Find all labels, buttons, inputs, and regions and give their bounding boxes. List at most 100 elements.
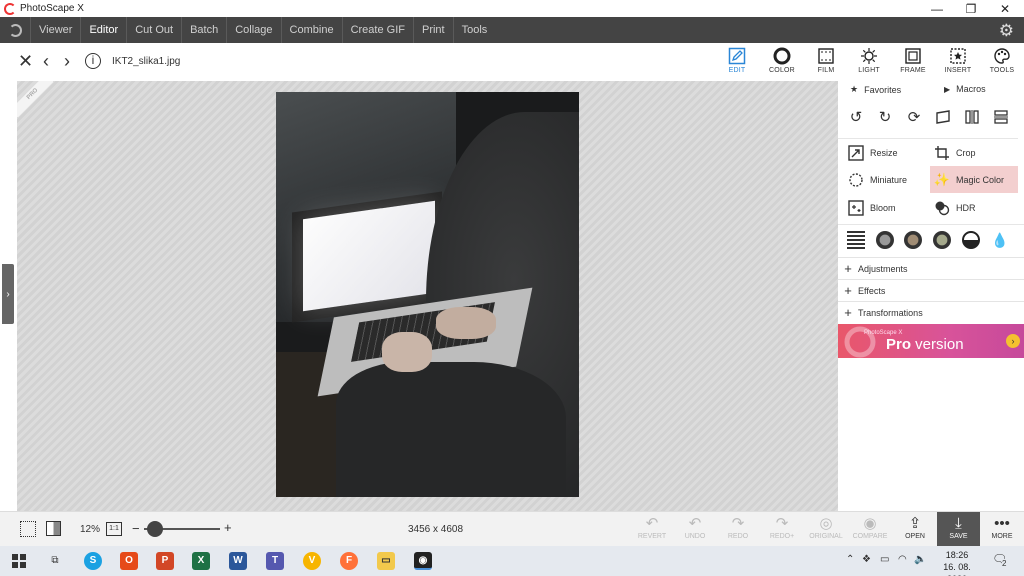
rotate-right-icon[interactable]: ↻ — [875, 107, 895, 127]
dropbox-icon[interactable]: ❖ — [862, 554, 871, 565]
menu-create-gif[interactable]: Create GIF — [341, 17, 413, 43]
task-view-icon[interactable]: ⧉ — [46, 552, 64, 570]
compare-button[interactable]: ◉ COMPARE — [850, 515, 890, 545]
menu-combine[interactable]: Combine — [280, 17, 342, 43]
macros-tab[interactable]: ▶ Macros — [944, 84, 986, 94]
expand-left-panel-icon[interactable]: › — [2, 264, 14, 324]
menu-batch[interactable]: Batch — [181, 17, 226, 43]
resize-icon — [848, 144, 864, 161]
filter-grey-icon[interactable] — [876, 231, 894, 249]
film-icon — [804, 45, 848, 67]
home-icon[interactable] — [0, 17, 30, 43]
menu-cut-out[interactable]: Cut Out — [126, 17, 181, 43]
crop-button[interactable]: Crop — [934, 139, 976, 166]
filter-list-icon[interactable] — [847, 231, 865, 249]
favorites-tab[interactable]: ★ Favorites — [850, 84, 901, 95]
editor-toolbar: ✕ ‹ › i IKT2_slika1.jpg EDIT COLOR FILM … — [0, 43, 1024, 81]
rotate-custom-icon[interactable]: ⟳ — [904, 107, 924, 127]
volume-icon[interactable]: 🔈 — [914, 554, 926, 565]
menu-bar: Viewer Editor Cut Out Batch Collage Comb… — [0, 17, 1024, 43]
filter-vintage-icon[interactable] — [933, 231, 951, 249]
zoom-out-button[interactable]: − — [132, 521, 140, 536]
close-window-button[interactable]: ✕ — [988, 0, 1022, 17]
open-label: OPEN — [905, 533, 925, 540]
original-button[interactable]: ◎ ORIGINAL — [806, 515, 846, 545]
firefox-icon[interactable]: F — [340, 552, 358, 570]
miniature-button[interactable]: Miniature — [848, 166, 907, 193]
window-title: PhotoScape X — [20, 3, 84, 14]
filter-bw-icon[interactable] — [962, 231, 980, 249]
tools-palette-icon — [980, 45, 1024, 67]
undo-icon: ↶ — [688, 515, 702, 532]
filter-drop-icon[interactable]: 💧 — [991, 231, 1009, 249]
filter-sepia-icon[interactable] — [904, 231, 922, 249]
powerpoint-icon[interactable]: P — [156, 552, 174, 570]
redo-plus-button[interactable]: ↷ REDO+ — [762, 515, 802, 545]
crop-label: Crop — [956, 147, 976, 158]
redo-plus-icon: ↷ — [775, 515, 789, 532]
tab-color[interactable]: COLOR — [760, 45, 804, 79]
tool-row-3: Bloom HDR — [838, 194, 1018, 221]
previous-file-icon[interactable]: ‹ — [43, 51, 49, 71]
photoscape-logo-icon — [4, 2, 16, 15]
compare-view-icon[interactable] — [46, 521, 61, 536]
file-name: IKT2_slika1.jpg — [112, 56, 181, 67]
taskbar-clock[interactable]: 18:26 16. 08. 2020 — [934, 549, 980, 576]
restore-button[interactable]: ❐ — [954, 0, 988, 17]
tray-expand-icon[interactable]: ⌃ — [846, 554, 854, 565]
menu-editor[interactable]: Editor — [80, 17, 126, 43]
tab-film[interactable]: FILM — [804, 45, 848, 79]
menu-print[interactable]: Print — [412, 17, 453, 43]
undo-button[interactable]: ↶ UNDO — [675, 515, 715, 545]
close-file-icon[interactable]: ✕ — [18, 51, 33, 71]
office-icon[interactable]: O — [120, 552, 138, 570]
section-transformations[interactable]: + Transformations — [838, 301, 1024, 323]
zoom-slider-handle[interactable] — [147, 521, 163, 537]
vpn-app-icon[interactable]: V — [303, 552, 321, 570]
tab-frame[interactable]: FRAME — [891, 45, 935, 79]
tab-tools[interactable]: TOOLS — [980, 45, 1024, 79]
pro-version-banner[interactable]: PhotoScape X Pro version › — [838, 324, 1024, 358]
menu-collage[interactable]: Collage — [226, 17, 280, 43]
photoscape-taskbar-icon[interactable]: ◉ — [414, 552, 432, 570]
save-button[interactable]: ⤓ SAVE — [937, 512, 980, 547]
excel-icon[interactable]: X — [192, 552, 210, 570]
settings-gear-icon[interactable]: ⚙ — [999, 21, 1014, 41]
windows-start-icon[interactable] — [12, 554, 26, 568]
revert-button[interactable]: ↶ REVERT — [632, 515, 672, 545]
minimize-button[interactable]: — — [920, 0, 954, 17]
wifi-icon[interactable]: ◠ — [898, 554, 907, 565]
grid-icon[interactable] — [20, 521, 36, 537]
banner-pro-version: Pro version — [886, 336, 964, 353]
magic-color-button[interactable]: ✨ Magic Color — [930, 166, 1018, 193]
actual-size-button[interactable]: 1:1 — [106, 522, 122, 536]
tab-insert[interactable]: INSERT — [936, 45, 980, 79]
tab-edit[interactable]: EDIT — [715, 45, 759, 79]
photo-preview[interactable] — [276, 92, 579, 497]
redo-button[interactable]: ↷ REDO — [718, 515, 758, 545]
menu-viewer[interactable]: Viewer — [30, 17, 80, 43]
banner-arrow-icon: › — [1006, 334, 1020, 348]
section-effects[interactable]: + Effects — [838, 279, 1024, 301]
tab-insert-label: INSERT — [944, 67, 972, 74]
word-icon[interactable]: W — [229, 552, 247, 570]
zoom-in-button[interactable]: + — [224, 520, 232, 535]
section-adjustments[interactable]: + Adjustments — [838, 257, 1024, 279]
bloom-button[interactable]: Bloom — [848, 194, 896, 221]
more-button[interactable]: ••• MORE — [982, 515, 1022, 545]
rotate-left-icon[interactable]: ↺ — [846, 107, 866, 127]
open-button[interactable]: ⇪ OPEN — [895, 515, 935, 545]
menu-tools[interactable]: Tools — [452, 17, 496, 43]
hdr-button[interactable]: HDR — [934, 194, 976, 221]
flip-vertical-icon[interactable] — [991, 107, 1011, 127]
skype-icon[interactable]: S — [84, 552, 102, 570]
resize-button[interactable]: Resize — [848, 139, 898, 166]
straighten-icon[interactable] — [933, 107, 953, 127]
info-icon[interactable]: i — [85, 53, 101, 69]
next-file-icon[interactable]: › — [64, 51, 70, 71]
tab-light[interactable]: LIGHT — [847, 45, 891, 79]
teams-icon[interactable]: T — [266, 552, 284, 570]
file-explorer-icon[interactable]: ▭ — [377, 552, 395, 570]
flip-horizontal-icon[interactable] — [962, 107, 982, 127]
bottom-bar: 12% 1:1 − + 3456 x 4608 ↶ REVERT ↶ UNDO … — [0, 511, 1024, 547]
